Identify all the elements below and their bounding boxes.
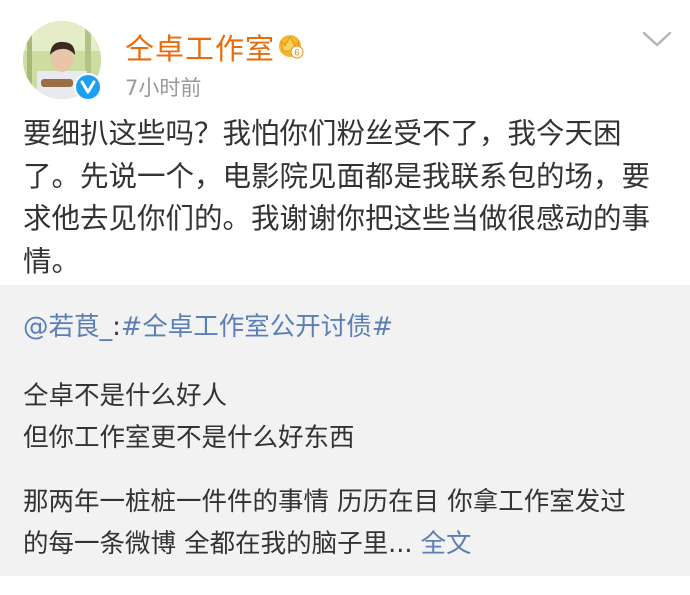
vip-level: 6	[294, 48, 299, 58]
post-line: 求他去见你们的。我谢谢你把这些当做很感动的事	[23, 202, 651, 235]
chevron-down-icon[interactable]	[641, 29, 673, 49]
repost-line: 仝卓不是什么好人	[23, 381, 228, 411]
repost-line: 那两年一桩桩一件件的事情 历历在目 你拿工作室发过	[23, 487, 626, 517]
hashtag-link[interactable]: #仝卓工作室公开讨债#	[121, 312, 393, 342]
repost-header: @若茛_:#仝卓工作室公开讨债#	[23, 306, 683, 343]
repost-separator: :	[112, 312, 121, 342]
post-text: 要细扒这些吗？我怕你们粉丝受不了，我今天困 了。先说一个，电影院见面都是我联系包…	[23, 113, 668, 283]
repost-card[interactable]: @若茛_:#仝卓工作室公开讨债# 仝卓不是什么好人 但你工作室更不是什么好东西 …	[0, 285, 690, 576]
user-name[interactable]: 仝卓工作室	[125, 26, 275, 68]
post-line: 了。先说一个，电影院见面都是我联系包的场，要	[23, 159, 651, 193]
post-line: 要细扒这些吗？我怕你们粉丝受不了，我今天困	[23, 117, 622, 150]
repost-text: 的每一条微博 全都在我的脑子里...	[23, 529, 413, 559]
expand-full-text-link[interactable]: 全文	[421, 529, 472, 559]
mention-link[interactable]: @若茛_	[23, 312, 112, 342]
repost-line: 但你工作室更不是什么好东西	[23, 423, 355, 453]
repost-last-line: 的每一条微博 全都在我的脑子里... 全文	[23, 523, 683, 560]
post-time: 7小时前	[125, 76, 202, 100]
verified-icon	[74, 73, 102, 101]
post-line: 情。	[23, 244, 81, 278]
vip-crown-icon: 6	[276, 31, 304, 59]
